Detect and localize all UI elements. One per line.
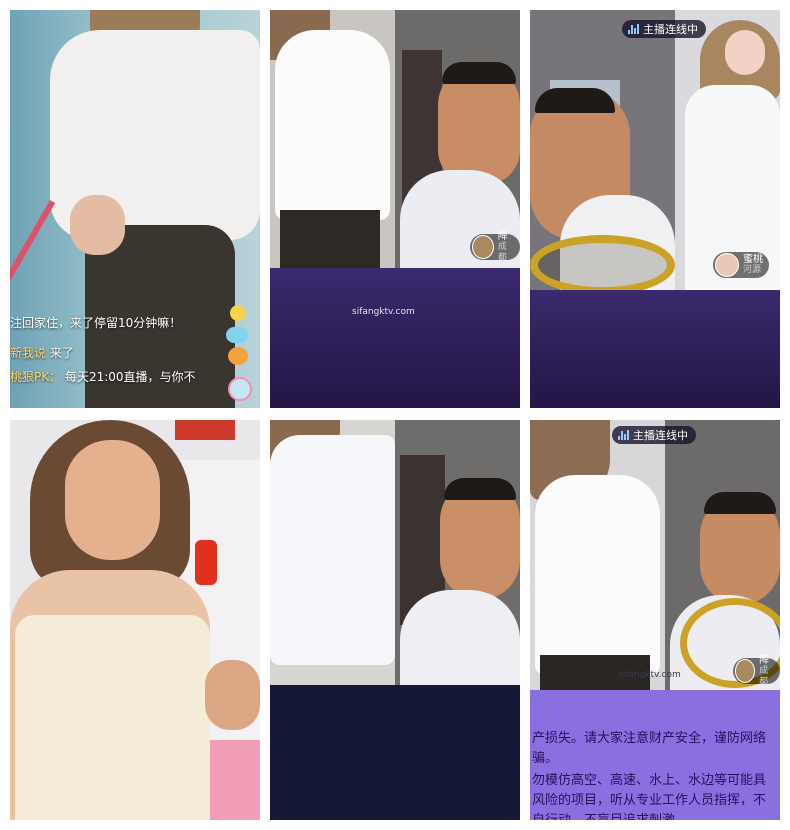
chat-user: 新我说 — [10, 346, 47, 360]
chat-line: 新我说 来了 — [10, 344, 74, 361]
avatar — [715, 253, 739, 277]
live-link-text: 主播连线中 — [633, 429, 688, 442]
bottom-gradient — [530, 290, 780, 408]
gold-ring — [530, 235, 675, 295]
pink-box — [210, 740, 260, 820]
woman-face — [65, 440, 160, 560]
woman-face — [725, 30, 765, 75]
guest-badge[interactable]: 降成都 — [733, 654, 780, 687]
streamer-top — [275, 30, 390, 220]
man-hair — [444, 478, 516, 500]
live-link-text: 主播连线中 — [643, 23, 698, 36]
avatar — [735, 659, 756, 683]
live-link-badge: 主播连线中 — [612, 426, 696, 444]
bottom-gradient — [270, 268, 520, 408]
guest-name: 蜜桃 — [743, 254, 763, 265]
man-shirt — [400, 590, 520, 685]
arm — [205, 660, 260, 730]
safety-notice-line: 骗。 — [532, 751, 559, 766]
watermark: sifangktv.com — [352, 307, 415, 317]
chat-text: 来了 — [49, 346, 74, 360]
guest-location: 河源 — [743, 265, 762, 275]
panel-1: 注回家住，来了停留10分钟嘛！ 新我说 来了 桃狠PK： 每天21:00直播，与… — [10, 10, 260, 408]
panel-5 — [270, 420, 520, 820]
live-link-badge: 主播连线中 — [622, 20, 706, 38]
watermark: sifangktv.com — [618, 670, 681, 680]
lace-top — [15, 615, 210, 820]
streamer-top — [270, 435, 395, 665]
guest-location: 成都 — [497, 241, 507, 263]
avatar — [472, 235, 494, 259]
red-cloth — [195, 540, 217, 585]
panel-6: 主播连线中 sifangktv.com 降成都 产损失。请大家注意财产安全，谨防… — [530, 420, 780, 820]
streamer-legs — [280, 210, 380, 268]
chat-text: 每天21:00直播，与你不 — [64, 370, 196, 384]
man-hair — [442, 62, 516, 84]
man-hair — [535, 88, 615, 113]
safety-notice-line: 勿模仿高空、高速、水上、水边等可能具 — [532, 773, 767, 788]
guest-badge[interactable]: 蜜桃 河源 — [713, 252, 769, 278]
guest-location: 成都 — [759, 665, 769, 687]
streamer-hand — [70, 195, 125, 255]
guest-badge[interactable]: 降成都 — [470, 230, 520, 263]
panel-4 — [10, 420, 260, 820]
ceiling-item — [175, 420, 235, 440]
chat-line: 注回家住，来了停留10分钟嘛！ — [10, 314, 181, 331]
chat-text: 注回家住，来了停留10分钟嘛！ — [10, 316, 182, 330]
panel-2: 降成都 sifangktv.com — [270, 10, 520, 408]
bottom-dark — [270, 685, 520, 820]
guest-name: 降 — [759, 654, 770, 666]
guest-name: 降 — [497, 230, 508, 242]
chat-line: 桃狠PK： 每天21:00直播，与你不 — [10, 368, 196, 385]
audio-wave-icon — [618, 430, 629, 440]
safety-notice-line: 风险的项目，听从专业工作人员指挥，不 — [532, 793, 767, 808]
gift-stack — [224, 305, 254, 405]
safety-notice-line: 产损失。请大家注意财产安全，谨防网络 — [532, 731, 767, 746]
panel-3: 主播连线中 蜜桃 河源 — [530, 10, 780, 408]
chat-user: 桃狠PK： — [10, 370, 62, 384]
audio-wave-icon — [628, 24, 639, 34]
man-hair — [704, 492, 776, 514]
safety-notice-line: 自行动，不盲目追求刺激 — [532, 812, 675, 820]
woman-top — [535, 475, 660, 675]
